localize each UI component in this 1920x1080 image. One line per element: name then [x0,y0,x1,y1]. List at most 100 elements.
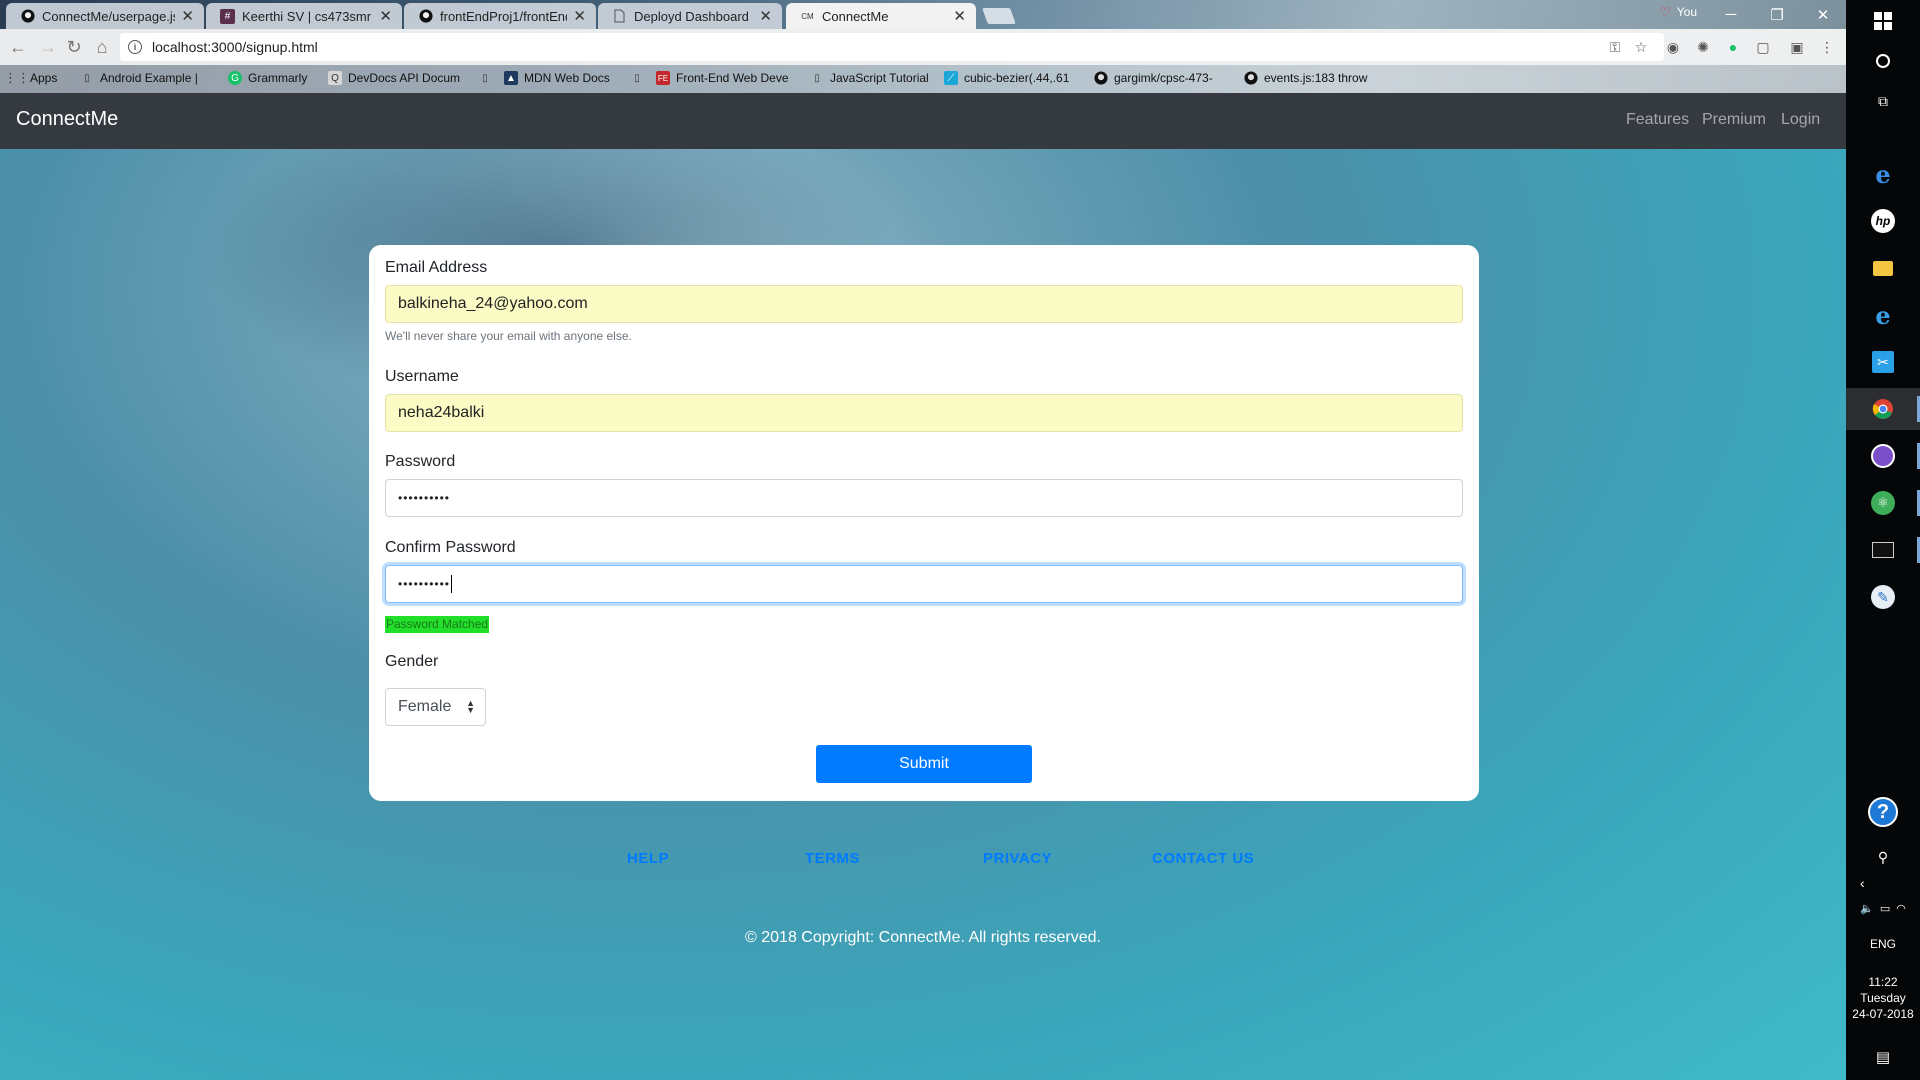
menu-icon[interactable]: ⋮ [1818,38,1836,56]
taskbar-app-snip[interactable]: ✂ [1846,341,1920,383]
nav-link-premium[interactable]: Premium [1702,111,1766,129]
back-icon[interactable]: ← [6,35,30,59]
minimize-button[interactable]: ─ [1708,0,1754,29]
system-tray-icons[interactable]: 🔈 ▭ ◠ [1846,896,1920,920]
email-field[interactable]: balkineha_24@yahoo.com [385,285,1463,323]
extension-icon[interactable]: ◉ [1664,38,1682,56]
gender-label: Gender [385,653,439,670]
page-icon: ▯ [634,72,640,84]
info-icon[interactable]: i [128,40,142,54]
bookmark-android[interactable]: ▯ Android Example | [80,71,198,85]
action-center-button[interactable]: ▤ [1846,1036,1920,1078]
email-help-text: We'll never share your email with anyone… [385,329,632,343]
task-view-icon: ⧉ [1878,92,1888,109]
volume-icon: 🔈 [1860,902,1874,915]
tab-0[interactable]: ConnectMe/userpage.js a ✕ [6,3,204,29]
taskbar-app-paint[interactable]: ✎ [1846,576,1920,618]
tab-4[interactable]: CM ConnectMe ✕ [786,3,976,29]
address-bar[interactable]: i localhost:3000/signup.html [120,33,1664,61]
taskbar-app-atom[interactable]: ⚛ [1846,482,1920,524]
bookmark-grammarly[interactable]: G Grammarly [228,71,307,85]
clock-day[interactable]: Tuesday [1846,990,1920,1006]
taskbar-app-terminal[interactable] [1846,529,1920,571]
extension-icon[interactable]: ▣ [1788,38,1806,56]
browser-toolbar: ← → ↻ ⌂ i localhost:3000/signup.html ⚿ ☆… [0,29,1846,65]
tab-2[interactable]: frontEndProj1/frontEnd a ✕ [404,3,596,29]
help-icon: ? [1868,797,1898,827]
profile-icon: ♡ [1660,5,1671,19]
bookmark-frontend[interactable]: FE Front-End Web Deve [656,71,789,85]
key-icon[interactable]: ⚿ [1606,38,1624,56]
bookmark-devdocs[interactable]: Q DevDocs API Docum [328,71,460,85]
tab-1[interactable]: # Keerthi SV | cs473smr Sla ✕ [206,3,402,29]
footer-link-privacy[interactable]: PRIVACY [983,850,1052,867]
signup-card: Email Address balkineha_24@yahoo.com We'… [369,245,1479,801]
people-icon: ⚲ [1877,848,1889,865]
task-view-button[interactable]: ⧉ [1846,80,1920,122]
taskbar-app-ie[interactable]: e [1846,294,1920,336]
cortana-button[interactable] [1846,40,1920,82]
password-field[interactable]: •••••••••• [385,479,1463,517]
windows-taskbar: ⧉ e hp e ✂ ⚛ ✎ ? ⚲ ‹ 🔈 ▭ ◠ ENG 11:22 Tue… [1846,0,1920,1080]
clock-date[interactable]: 24-07-2018 [1846,1006,1920,1022]
start-button[interactable] [1846,0,1920,42]
bookmark-mdn[interactable]: ▲ MDN Web Docs [504,71,610,85]
bookmark-js-tutorial[interactable]: ▯ JavaScript Tutorial [810,71,928,85]
username-field[interactable]: neha24balki [385,394,1463,432]
close-icon[interactable]: ✕ [759,7,772,25]
close-window-button[interactable]: ✕ [1800,0,1846,29]
bookmark-gargimk[interactable]: gargimk/cpsc-473- [1094,71,1213,85]
notification-icon: ▤ [1875,1049,1891,1066]
show-hidden-icons-button[interactable]: ‹ [1846,870,1920,896]
copyright-text: © 2018 Copyright: ConnectMe. All rights … [745,929,1101,946]
confirm-password-field[interactable]: •••••••••• [385,565,1463,603]
brand-logo[interactable]: ConnectMe [16,108,118,131]
wifi-icon: ◠ [1896,902,1906,915]
reload-icon[interactable]: ↻ [62,35,86,59]
taskbar-app-purple[interactable] [1846,435,1920,477]
cortana-icon [1876,54,1890,68]
footer-link-help[interactable]: HELP [627,850,669,867]
site-navbar: ConnectMe Features Premium Login [0,93,1846,149]
gender-select[interactable]: Female ▲ ▼ [385,688,486,726]
profile-button[interactable]: ♡ You [1660,5,1697,19]
extension-icon[interactable]: ✺ [1694,38,1712,56]
clock-time[interactable]: 11:22 [1846,974,1920,990]
email-value: balkineha_24@yahoo.com [398,295,588,312]
grammarly-icon[interactable]: ● [1724,38,1742,56]
tab-3[interactable]: Deployd Dashboard ✕ [598,3,782,29]
extension-icon[interactable]: ▢ [1754,38,1772,56]
cm-icon: CM [801,11,814,21]
taskbar-app-hp[interactable]: hp [1846,200,1920,242]
submit-button[interactable]: Submit [816,745,1032,783]
close-icon[interactable]: ✕ [573,7,586,25]
taskbar-app-edge[interactable]: e [1846,153,1920,195]
nav-link-features[interactable]: Features [1626,111,1689,129]
taskbar-app-chrome[interactable] [1846,388,1920,430]
star-icon[interactable]: ☆ [1632,38,1650,56]
nav-link-login[interactable]: Login [1781,111,1820,129]
home-icon[interactable]: ⌂ [90,35,114,59]
hp-icon: hp [1871,209,1895,233]
close-icon[interactable]: ✕ [379,7,392,25]
devdocs-icon: Q [328,71,342,85]
close-icon[interactable]: ✕ [181,7,194,25]
language-indicator[interactable]: ENG [1846,936,1920,952]
bookmark-apps[interactable]: ⋮⋮ Apps [4,70,57,85]
bookmark-page[interactable]: ▯ [630,71,644,85]
new-tab-button[interactable] [982,8,1016,24]
taskbar-app-explorer[interactable] [1846,247,1920,289]
bookmark-cubic-bezier[interactable]: ⟋ cubic-bezier(.44,.61 [944,71,1069,85]
restore-button[interactable]: ❐ [1754,0,1800,29]
bookmark-events[interactable]: events.js:183 throw [1244,71,1367,85]
folder-icon [1873,260,1893,276]
help-button[interactable]: ? [1846,791,1920,833]
forward-icon[interactable]: → [36,35,60,59]
footer-link-terms[interactable]: TERMS [805,850,860,867]
github-icon [1244,71,1258,85]
bookmarks-bar: ⋮⋮ Apps ▯ Android Example | G Grammarly … [0,65,1846,93]
bookmark-page[interactable]: ▯ [478,71,492,85]
edge-icon: e [1875,159,1891,189]
footer-link-contact[interactable]: CONTACT US [1152,850,1254,867]
close-icon[interactable]: ✕ [953,7,966,25]
